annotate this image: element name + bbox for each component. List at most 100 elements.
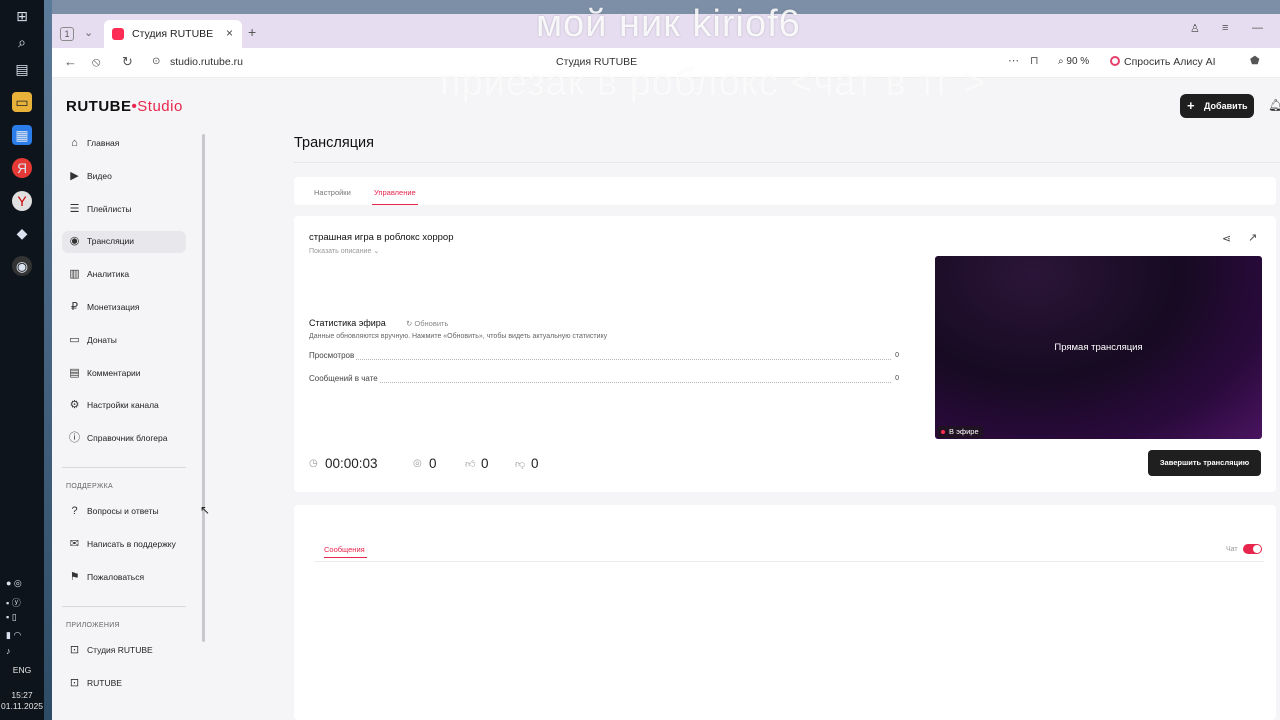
chevron-down-icon[interactable]: ⌄ <box>84 26 93 39</box>
tray-icons-row1[interactable]: ● ◎ <box>6 578 22 589</box>
sidebar-item-donations[interactable]: ▭ Донаты <box>62 330 186 352</box>
tray-icons-row4[interactable]: ▮ ◠ <box>6 630 21 641</box>
task-view-icon[interactable]: ▤ <box>12 59 32 79</box>
stream-title: страшная игра в роблокс хоррор <box>309 232 454 243</box>
ruble-icon: ₽ <box>71 301 78 313</box>
desktop-background <box>44 0 52 720</box>
info-icon: ⓘ <box>69 432 80 444</box>
zoom-level[interactable]: ⌕ 90 % <box>1058 56 1089 67</box>
alice-button[interactable]: Спросить Алису AI <box>1110 56 1216 68</box>
add-button[interactable]: + Добавить <box>1180 94 1254 118</box>
refresh-icon: ↻ <box>406 319 413 328</box>
sidebar-item-contact-support[interactable]: ✉ Написать в поддержку <box>62 534 186 556</box>
sidebar-item-playlists[interactable]: ☰ Плейлисты <box>62 199 186 221</box>
zoom-value: 90 % <box>1066 56 1090 67</box>
add-label: Добавить <box>1204 101 1248 111</box>
sidebar-item-monetization[interactable]: ₽ Монетизация <box>62 297 186 319</box>
end-stream-button[interactable]: Завершить трансляцию <box>1148 450 1261 476</box>
tab-count-badge[interactable]: 1 <box>60 27 74 41</box>
active-tab-underline <box>324 557 367 558</box>
obs-icon[interactable]: ◉ <box>12 256 32 276</box>
sidebar-item-label: Плейлисты <box>87 204 132 214</box>
likes-value: 0 <box>481 456 489 471</box>
refresh-button[interactable]: ↻ Обновить <box>406 319 448 328</box>
rutube-studio-logo[interactable]: RUTUBE•Studio <box>66 98 183 115</box>
clock-time: 15:27 <box>11 690 33 700</box>
stat-value: 0 <box>893 352 899 359</box>
live-badge-label: В эфире <box>949 427 979 436</box>
preview-label: Прямая трансляция <box>1054 342 1143 353</box>
toggle-knob <box>1253 545 1261 553</box>
file-explorer-icon[interactable]: ▭ <box>12 92 32 112</box>
tab-messages[interactable]: Сообщения <box>324 545 365 554</box>
refresh-label: Обновить <box>414 319 449 328</box>
tab-management[interactable]: Управление <box>374 188 416 197</box>
shield-icon[interactable]: ⦸ <box>92 54 100 70</box>
share-icon[interactable]: ⋖ <box>1222 232 1231 245</box>
clock[interactable]: 15:27 01.11.2025 <box>0 690 44 712</box>
logo-main: RUTUBE <box>66 98 132 115</box>
tray-icons-row3[interactable]: ▪ ▯ <box>6 612 17 623</box>
browser-tab-active[interactable]: Студия RUTUBE × <box>104 20 242 48</box>
new-tab-button[interactable]: + <box>248 24 256 40</box>
bookmark-icon[interactable]: ⊓ <box>1030 54 1039 67</box>
live-badge: В эфире <box>937 426 983 438</box>
question-icon: ? <box>71 505 78 517</box>
sidebar-item-label: Настройки канала <box>87 400 159 410</box>
close-icon[interactable]: × <box>226 26 233 40</box>
sidebar-item-channel-settings[interactable]: ⚙ Настройки канала <box>62 395 186 417</box>
stream-preview[interactable]: Прямая трансляция В эфире <box>935 256 1262 439</box>
taskbar: ⊞ ⌕ ▤ ▭ ▦ Я Y ◆ ◉ ● ◎ ▪ ⓨ ▪ ▯ ▮ ◠ ♪ ENG … <box>0 0 44 720</box>
lock-icon[interactable]: ⊙ <box>152 56 160 67</box>
alice-icon <box>1110 56 1120 66</box>
eye-icon: ◎ <box>413 458 422 469</box>
sidebar-item-report[interactable]: ⚑ Пожаловаться <box>62 567 186 589</box>
chevron-down-icon: ⌄ <box>373 248 380 255</box>
sidebar-item-blogger-guide[interactable]: ⓘ Справочник блогера <box>62 428 186 450</box>
yandex-icon[interactable]: Я <box>12 158 32 178</box>
sidebar-item-label: Видео <box>87 171 112 181</box>
minimize-icon[interactable]: — <box>1252 22 1263 34</box>
sidebar-item-broadcasts[interactable]: ◉ Трансляции <box>62 231 186 253</box>
sidebar-item-label: Донаты <box>87 335 117 345</box>
sidebar-scrollbar[interactable] <box>202 134 205 642</box>
search-icon[interactable]: ⌕ <box>12 32 32 52</box>
stat-label: Просмотров <box>309 351 357 360</box>
thumbs-down-icon: 👎︎ <box>515 459 526 470</box>
external-link-icon[interactable]: ↗ <box>1248 231 1257 244</box>
store-icon[interactable]: ▦ <box>12 125 32 145</box>
show-description-link[interactable]: Показать описание ⌄ <box>309 247 379 255</box>
support-section-title: ПОДДЕРЖКА <box>66 483 113 490</box>
active-tab-underline <box>372 204 418 205</box>
back-arrow-icon[interactable]: ← <box>64 54 77 69</box>
url-field[interactable]: studio.rutube.ru <box>170 56 243 68</box>
tab-settings[interactable]: Настройки <box>314 188 351 197</box>
reload-icon[interactable]: ↻ <box>122 54 133 70</box>
volume-icon[interactable]: ♪ <box>6 646 11 656</box>
tray-icons-row2[interactable]: ▪ ⓨ <box>6 596 21 609</box>
profile-icon[interactable]: ♙ <box>1190 22 1200 35</box>
language-indicator[interactable]: ENG <box>0 665 44 675</box>
logo-studio: Studio <box>137 98 183 115</box>
sidebar-item-home[interactable]: ⌂ Главная <box>62 133 186 155</box>
extension-icon[interactable]: ⬟ <box>1250 54 1260 67</box>
show-description-label: Показать описание <box>309 248 372 255</box>
sidebar-item-comments[interactable]: ▤ Комментарии <box>62 363 186 385</box>
bell-icon[interactable]: 🔔︎ <box>1268 98 1280 112</box>
chat-toggle[interactable] <box>1243 544 1262 554</box>
clock-date: 01.11.2025 <box>1 701 43 711</box>
app-icon[interactable]: ◆ <box>12 223 32 243</box>
sidebar-item-rutube-app[interactable]: ⊡ RUTUBE <box>62 673 186 695</box>
windows-start-icon[interactable]: ⊞ <box>12 6 32 26</box>
sidebar-item-studio-app[interactable]: ⊡ Студия RUTUBE <box>62 640 186 662</box>
yandex-browser-icon[interactable]: Y <box>12 191 32 211</box>
sidebar-item-label: Монетизация <box>87 302 140 312</box>
sidebar-item-video[interactable]: ▶ Видео <box>62 166 186 188</box>
sidebar-item-faq[interactable]: ? Вопросы и ответы <box>62 501 186 523</box>
more-icon[interactable]: ⋯ <box>1008 54 1019 67</box>
sidebar-item-analytics[interactable]: ▥ Аналитика <box>62 264 186 286</box>
comment-icon: ▤ <box>69 367 80 379</box>
stat-row-views: Просмотров 0 <box>309 351 899 363</box>
menu-icon[interactable]: ≡ <box>1222 22 1228 34</box>
browser-window: 1 ⌄ Студия RUTUBE × + ♙ ≡ — ← ⦸ ↻ ⊙ stud… <box>52 0 1280 720</box>
